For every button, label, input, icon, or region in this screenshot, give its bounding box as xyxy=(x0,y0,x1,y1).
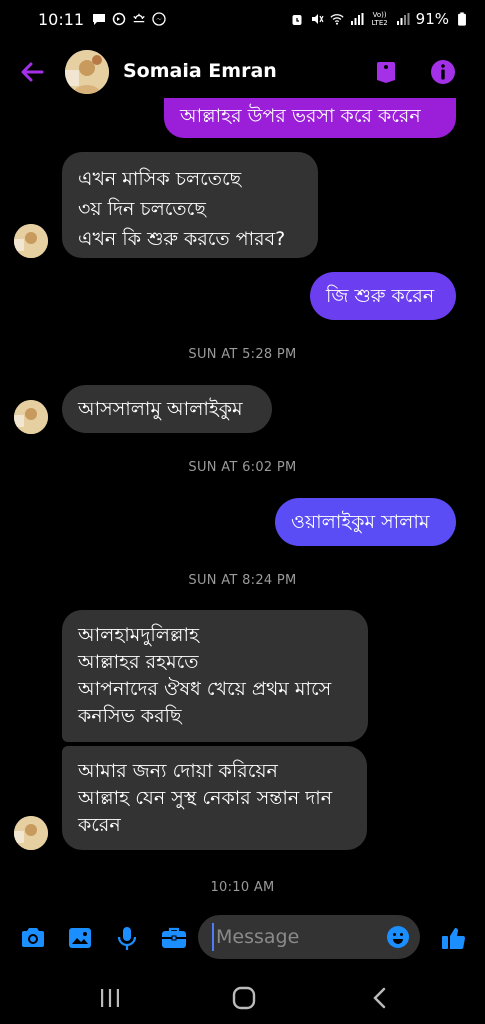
status-time: 10:11 xyxy=(38,9,85,29)
microphone-icon[interactable] xyxy=(113,924,141,952)
message-line: আপনাদের ঔষধ খেয়ে প্রথম মাসে xyxy=(78,678,332,700)
recent-apps-icon[interactable] xyxy=(96,984,124,1012)
message-text: জি শুরু করেন xyxy=(326,285,435,307)
signal-secondary-icon xyxy=(396,13,410,25)
incoming-message[interactable]: আসসালামু আলাইকুম xyxy=(62,385,272,433)
timestamp: SUN AT 8:24 PM xyxy=(188,573,297,588)
system-nav-bar xyxy=(0,968,485,1024)
emoji-icon[interactable] xyxy=(386,925,410,949)
battery-percent: 91% xyxy=(415,10,449,28)
home-icon[interactable] xyxy=(230,984,258,1012)
mute-icon xyxy=(311,14,324,24)
wifi-icon xyxy=(330,14,344,25)
back-nav-icon[interactable] xyxy=(366,984,394,1012)
message-line: আমার জন্য দোয়া করিয়েন xyxy=(78,760,278,782)
contact-avatar-small xyxy=(14,400,48,434)
message-line: এখন মাসিক চলতেছে xyxy=(78,168,242,190)
camera-icon[interactable] xyxy=(19,924,47,952)
message-text: আল্লাহর উপর ভরসা করে করেন xyxy=(180,105,421,127)
outgoing-message[interactable]: আল্লাহর উপর ভরসা করে করেন xyxy=(164,98,456,138)
tag-icon[interactable] xyxy=(372,58,400,86)
message-line: এখন কি শুরু করতে পারব? xyxy=(78,228,286,250)
contact-name[interactable]: Somaia Emran xyxy=(123,60,277,82)
battery-icon xyxy=(458,12,466,26)
message-line: আল্লাহর রহমতে xyxy=(78,651,199,673)
thumbs-up-icon[interactable] xyxy=(440,924,468,952)
incoming-message[interactable]: আমার জন্য দোয়া করিয়েন আল্লাহ যেন সুস্থ… xyxy=(62,746,367,850)
message-text: আসসালামু আলাইকুম xyxy=(78,398,243,420)
status-bar: 10:11 Vo)) LTE2 91% xyxy=(0,0,485,38)
contact-avatar-small xyxy=(14,816,48,850)
timestamp: SUN AT 6:02 PM xyxy=(188,460,297,475)
alarm-icon xyxy=(292,15,302,25)
message-line: করেন xyxy=(78,814,121,836)
outgoing-message[interactable]: ওয়ালাইকুম সালাম xyxy=(275,498,456,546)
back-arrow-icon[interactable] xyxy=(18,58,46,86)
outgoing-message[interactable]: জি শুরু করেন xyxy=(310,272,456,320)
chat-header: Somaia Emran xyxy=(0,40,485,104)
info-icon[interactable] xyxy=(429,58,457,86)
contact-avatar-small xyxy=(14,224,48,258)
message-line: কনসিভ করছি xyxy=(78,705,182,727)
message-composer xyxy=(0,912,485,964)
messenger-icon xyxy=(152,12,166,26)
incoming-message[interactable]: আলহামদুলিল্লাহ আল্লাহর রহমতে আপনাদের ঔষধ… xyxy=(62,610,368,742)
message-input-container xyxy=(198,915,420,959)
briefcase-icon[interactable] xyxy=(160,924,188,952)
sync-icon xyxy=(112,12,126,26)
message-input[interactable] xyxy=(212,923,382,951)
timestamp: 10:10 AM xyxy=(210,880,275,895)
signal-icon xyxy=(350,13,364,25)
timestamp: SUN AT 5:28 PM xyxy=(188,347,297,362)
message-line: ৩য় দিন চলতেছে xyxy=(78,198,206,220)
message-text: ওয়ালাইকুম সালাম xyxy=(291,511,430,533)
message-line: আল্লাহ যেন সুস্থ নেকার সন্তান দান xyxy=(78,787,333,809)
network-badge: Vo)) LTE2 xyxy=(371,11,388,27)
message-line: আলহামদুলিল্লাহ xyxy=(78,624,199,646)
incoming-message[interactable]: এখন মাসিক চলতেছে ৩য় দিন চলতেছে এখন কি শ… xyxy=(62,152,318,258)
chat-notification-icon xyxy=(93,14,106,25)
weather-icon xyxy=(133,13,145,23)
contact-avatar[interactable] xyxy=(65,50,109,94)
image-icon[interactable] xyxy=(66,924,94,952)
